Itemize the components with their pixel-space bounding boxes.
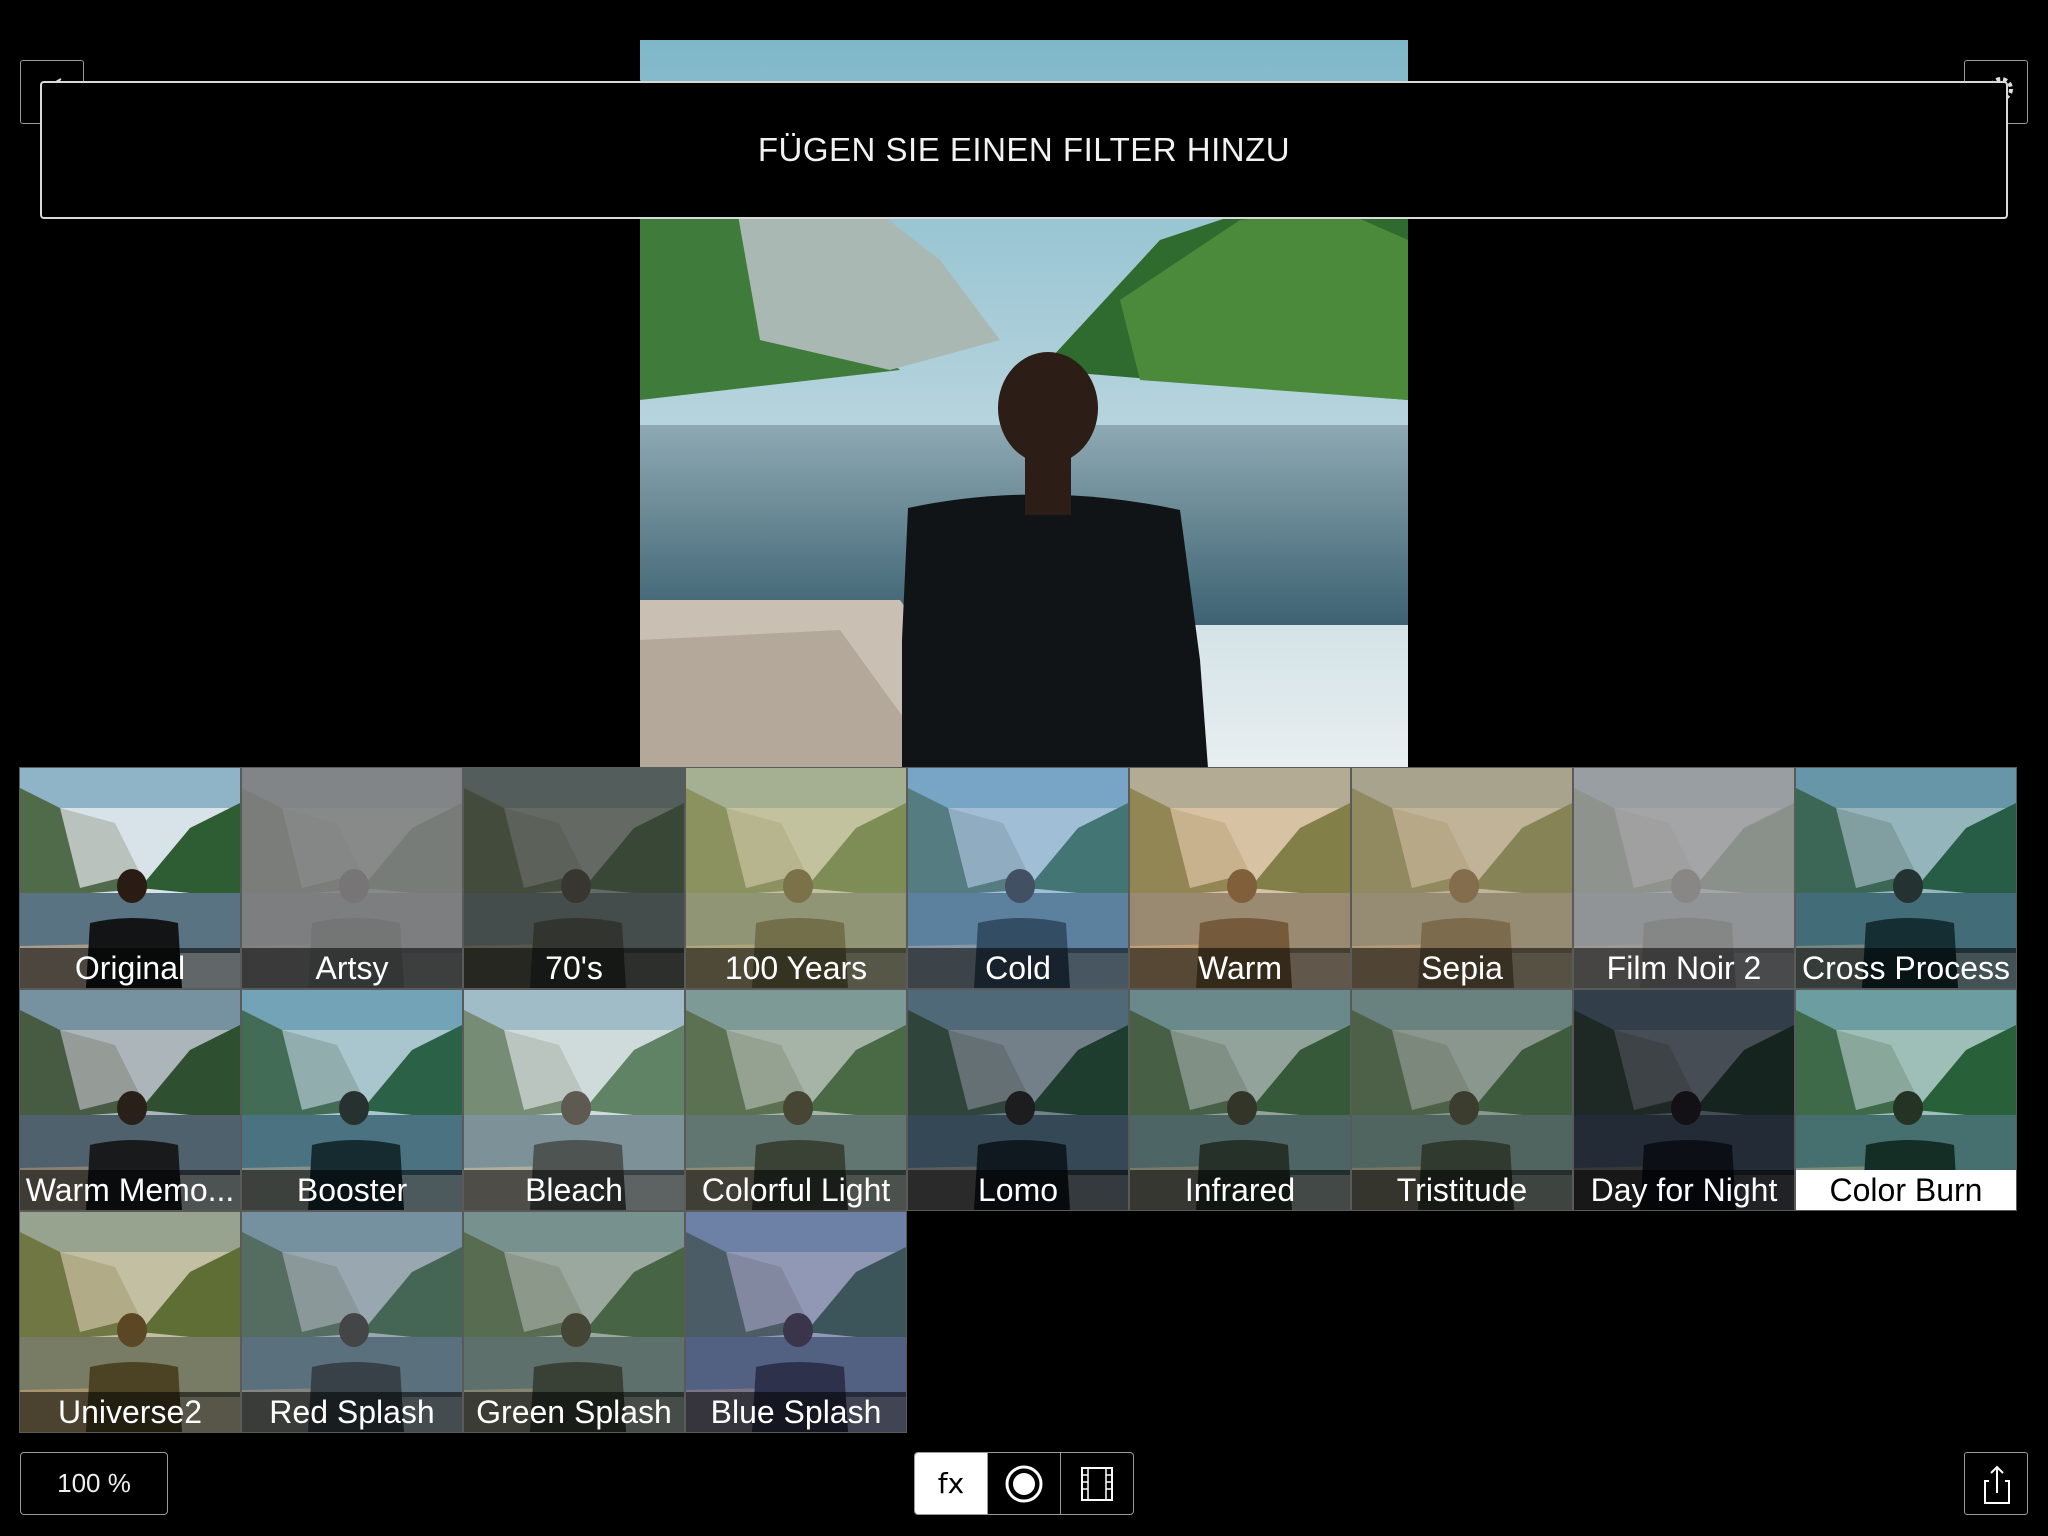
filter-tile[interactable]: Sepia xyxy=(1351,767,1573,989)
zoom-button[interactable]: 100 % xyxy=(20,1452,168,1515)
add-filter-banner: FÜGEN SIE EINEN FILTER HINZU xyxy=(40,81,2008,219)
frame-mode-button[interactable] xyxy=(1061,1453,1133,1514)
filter-tile[interactable]: Film Noir 2 xyxy=(1573,767,1795,989)
filter-label: Infrared xyxy=(1130,1170,1350,1210)
filter-tile[interactable]: 70's xyxy=(463,767,685,989)
mode-selector: fx xyxy=(914,1452,1134,1515)
filter-label: Film Noir 2 xyxy=(1574,948,1794,988)
filter-tile[interactable]: Red Splash xyxy=(241,1211,463,1433)
filter-label: 70's xyxy=(464,948,684,988)
vignette-mode-button[interactable] xyxy=(988,1453,1061,1514)
filter-tile[interactable]: Infrared xyxy=(1129,989,1351,1211)
filter-label: Green Splash xyxy=(464,1392,684,1432)
filter-label: Warm Memo... xyxy=(20,1170,240,1210)
target-circle-icon xyxy=(1005,1465,1043,1502)
filter-tile[interactable]: Blue Splash xyxy=(685,1211,907,1433)
filter-tile[interactable]: Warm Memo... xyxy=(19,989,241,1211)
share-icon xyxy=(1984,1465,2010,1504)
filter-tile[interactable]: Cross Process xyxy=(1795,767,2017,989)
filter-label: 100 Years xyxy=(686,948,906,988)
filter-label: Colorful Light xyxy=(686,1170,906,1210)
filter-label: Tristitude xyxy=(1352,1170,1572,1210)
filter-label: Warm xyxy=(1130,948,1350,988)
filter-tile[interactable]: 100 Years xyxy=(685,767,907,989)
filter-label: Lomo xyxy=(908,1170,1128,1210)
filter-tile[interactable]: Lomo xyxy=(907,989,1129,1211)
filter-label: Universe2 xyxy=(20,1392,240,1432)
filter-tile[interactable]: Cold xyxy=(907,767,1129,989)
filter-label: Color Burn xyxy=(1796,1170,2016,1210)
filter-tile[interactable]: Green Splash xyxy=(463,1211,685,1433)
filter-label: Sepia xyxy=(1352,948,1572,988)
filter-grid: Original Artsy 70's 100 Years Cold Warm Sepia F… xyxy=(19,767,2020,1434)
filter-label: Cold xyxy=(908,948,1128,988)
filter-tile[interactable]: Tristitude xyxy=(1351,989,1573,1211)
filter-tile[interactable]: Colorful Light xyxy=(685,989,907,1211)
fx-icon: fx xyxy=(937,1467,965,1500)
filter-tile[interactable]: Original xyxy=(19,767,241,989)
zoom-label: 100 % xyxy=(57,1468,131,1498)
filter-label: Blue Splash xyxy=(686,1392,906,1432)
filter-label: Day for Night xyxy=(1574,1170,1794,1210)
filter-tile[interactable]: Color Burn xyxy=(1795,989,2017,1211)
filter-tile[interactable]: Bleach xyxy=(463,989,685,1211)
filters-mode-button[interactable]: fx xyxy=(915,1453,988,1514)
filter-label: Artsy xyxy=(242,948,462,988)
filter-label: Bleach xyxy=(464,1170,684,1210)
filter-label: Red Splash xyxy=(242,1392,462,1432)
filter-tile[interactable]: Artsy xyxy=(241,767,463,989)
filter-label: Original xyxy=(20,948,240,988)
filter-tile[interactable]: Warm xyxy=(1129,767,1351,989)
filter-tile[interactable]: Day for Night xyxy=(1573,989,1795,1211)
film-frame-icon xyxy=(1081,1466,1113,1501)
banner-text: FÜGEN SIE EINEN FILTER HINZU xyxy=(757,131,1291,168)
filter-label: Booster xyxy=(242,1170,462,1210)
filter-label: Cross Process xyxy=(1796,948,2016,988)
filter-tile[interactable]: Universe2 xyxy=(19,1211,241,1433)
filter-tile[interactable]: Booster xyxy=(241,989,463,1211)
share-button[interactable] xyxy=(1964,1452,2028,1515)
